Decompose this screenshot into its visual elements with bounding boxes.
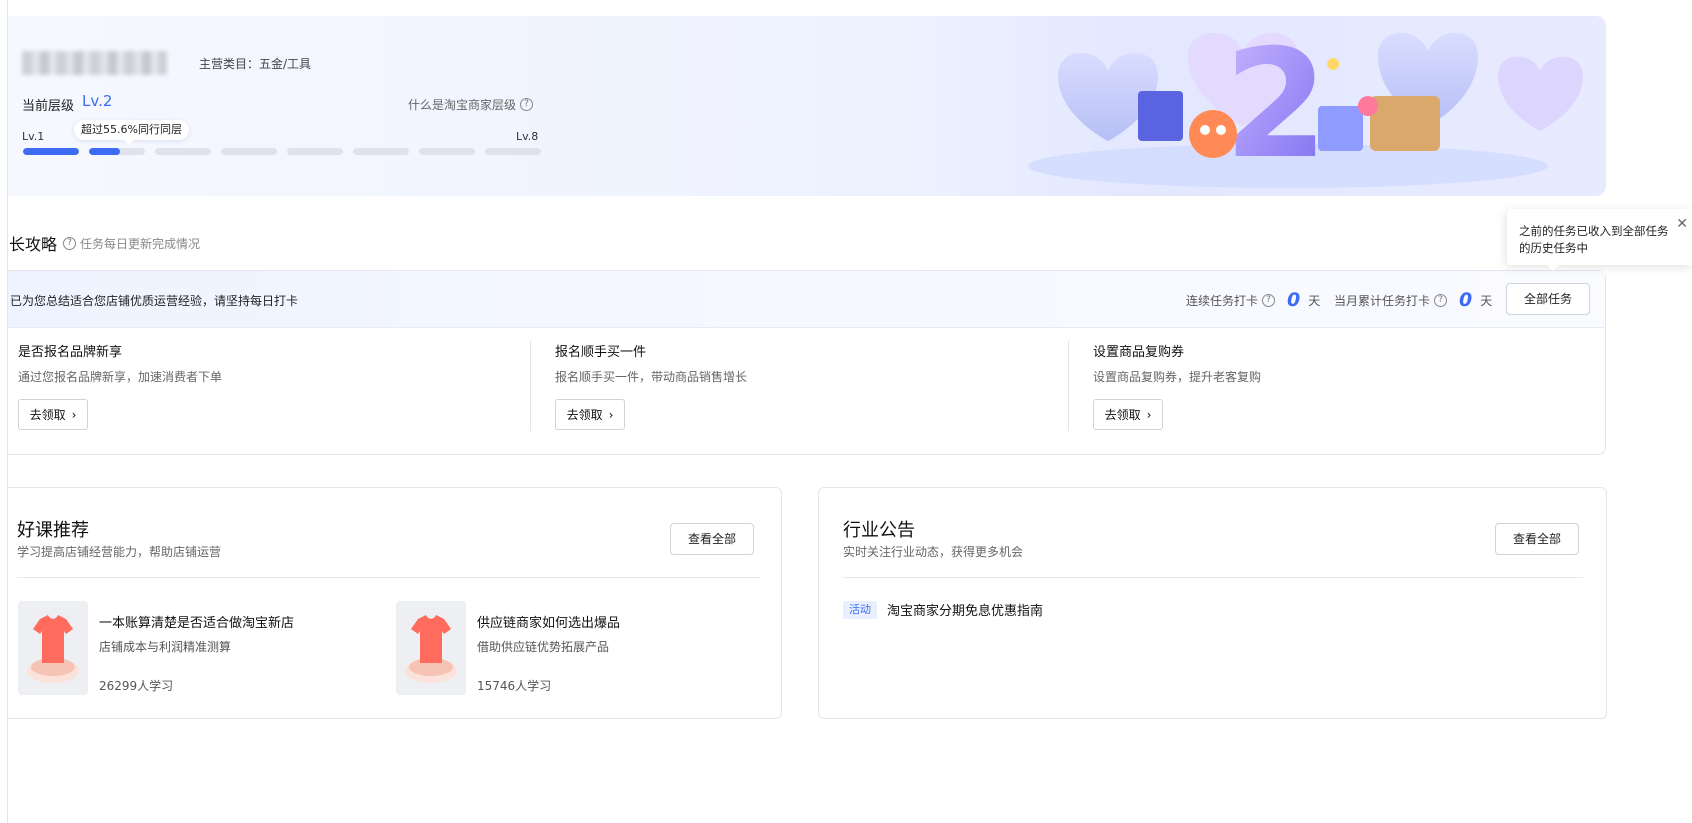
streak-label: 连续任务打卡 <box>1186 293 1259 308</box>
monthly-value: 0 <box>1459 289 1473 311</box>
monthly-stat: 当月累计任务打卡 ? 0 天 <box>1334 289 1492 311</box>
task-card: 设置商品复购券 设置商品复购券，提升老客复购 去领取 › <box>1093 341 1593 430</box>
tooltip-text: 之前的任务已收入到全部任务的历史任务中 <box>1519 224 1669 255</box>
shop-name-redacted <box>22 51 167 75</box>
task-card: 报名顺手买一件 报名顺手买一件，带动商品销售增长 去领取 › <box>555 341 1055 430</box>
help-icon[interactable]: ? <box>63 237 76 250</box>
task-card: 是否报名品牌新享 通过您报名品牌新享，加速消费者下单 去领取 › <box>18 341 518 430</box>
level-progress-segment <box>287 148 343 155</box>
strategy-subtitle-text: 任务每日更新完成情况 <box>80 237 201 251</box>
level-2-celebration-illustration: 2 <box>1028 18 1583 192</box>
tshirt-icon <box>27 615 79 683</box>
chevron-right-icon: › <box>608 407 614 422</box>
course-learners: 26299人学习 <box>99 679 174 693</box>
progress-start-label: Lv.1 <box>22 130 45 143</box>
course-desc: 借助供应链优势拓展产品 <box>477 640 610 654</box>
streak-stat: 连续任务打卡 ? 0 天 <box>1186 289 1320 311</box>
streak-value: 0 <box>1287 289 1301 311</box>
daily-task-panel: 已为您总结适合您店铺优质运营经验，请坚持每日打卡 连续任务打卡 ? 0 天 当月… <box>8 270 1606 455</box>
streak-unit: 天 <box>1308 293 1321 308</box>
level-progress-fill <box>23 148 79 155</box>
history-tasks-tooltip: 之前的任务已收入到全部任务的历史任务中 ✕ <box>1507 209 1692 271</box>
task-desc: 通过您报名品牌新享，加速消费者下单 <box>18 370 223 384</box>
claim-button[interactable]: 去领取 › <box>18 399 88 430</box>
task-desc: 报名顺手买一件，带动商品销售增长 <box>555 370 748 384</box>
level-progress-bar <box>23 148 541 155</box>
claim-button[interactable]: 去领取 › <box>1093 399 1163 430</box>
close-icon[interactable]: ✕ <box>1676 216 1688 233</box>
claim-button-label: 去领取 <box>566 408 603 422</box>
main-category: 主营类目：五金/工具 <box>199 57 312 71</box>
chevron-right-icon: › <box>71 407 77 422</box>
course-recommend-panel: 好课推荐 学习提高店铺经营能力，帮助店铺运营 查看全部 一本账算清楚是否适合做淘… <box>8 487 782 719</box>
strategy-subtitle: ? 任务每日更新完成情况 <box>63 235 200 252</box>
task-divider <box>1068 341 1069 431</box>
notice-tag: 活动 <box>843 600 877 619</box>
claim-button[interactable]: 去领取 › <box>555 399 625 430</box>
course-thumbnail <box>18 601 88 695</box>
course-title: 供应链商家如何选出爆品 <box>477 616 621 631</box>
course-thumbnail <box>396 601 466 695</box>
course-desc: 店铺成本与利润精准测算 <box>99 640 232 654</box>
task-desc: 设置商品复购券，提升老客复购 <box>1093 370 1262 384</box>
claim-button-label: 去领取 <box>1104 408 1141 422</box>
level-progress-segment <box>353 148 409 155</box>
task-title: 是否报名品牌新享 <box>18 345 123 360</box>
task-panel-header: 已为您总结适合您店铺优质运营经验，请坚持每日打卡 连续任务打卡 ? 0 天 当月… <box>8 271 1605 328</box>
course-item[interactable]: 供应链商家如何选出爆品 借助供应链优势拓展产品 15746人学习 <box>396 601 620 695</box>
level-progress-segment <box>23 148 79 155</box>
tshirt-icon <box>405 615 457 683</box>
level-progress-segment <box>89 148 145 155</box>
course-info: 一本账算清楚是否适合做淘宝新店 店铺成本与利润精准测算 26299人学习 <box>99 601 294 695</box>
peer-comparison-bubble: 超过55.6%同行同层 <box>74 120 189 145</box>
current-level-label: 当前层级 <box>22 99 75 114</box>
chevron-right-icon: › <box>1146 407 1152 422</box>
industry-notice-panel: 行业公告 实时关注行业动态，获得更多机会 查看全部 活动 淘宝商家分期免息优惠指… <box>818 487 1607 719</box>
progress-end-label: Lv.8 <box>516 130 539 143</box>
notice-item[interactable]: 活动 淘宝商家分期免息优惠指南 <box>843 600 1043 619</box>
claim-button-label: 去领取 <box>29 408 66 422</box>
task-divider <box>530 341 531 431</box>
course-info: 供应链商家如何选出爆品 借助供应链优势拓展产品 15746人学习 <box>477 601 620 695</box>
view-all-button[interactable]: 查看全部 <box>670 523 754 555</box>
merchant-level-banner: 主营类目：五金/工具 当前层级 Lv.2 什么是淘宝商家层级 ? Lv.1 Lv… <box>8 16 1606 196</box>
panel-divider <box>843 577 1583 578</box>
panel-subtitle: 学习提高店铺经营能力，帮助店铺运营 <box>17 545 222 559</box>
level-progress-fill <box>89 148 120 155</box>
strategy-title: 长攻略 <box>9 235 58 254</box>
help-icon[interactable]: ? <box>1262 293 1276 307</box>
monthly-unit: 天 <box>1480 293 1493 308</box>
what-is-level-text: 什么是淘宝商家层级 <box>408 98 517 112</box>
level-progress-segment <box>155 148 211 155</box>
course-title: 一本账算清楚是否适合做淘宝新店 <box>99 616 295 631</box>
current-level-value: Lv.2 <box>82 92 113 110</box>
task-intro-text: 已为您总结适合您店铺优质运营经验，请坚持每日打卡 <box>10 294 299 308</box>
task-title: 设置商品复购券 <box>1093 345 1185 360</box>
level-progress-segment <box>419 148 475 155</box>
level-progress-segment <box>221 148 277 155</box>
panel-title: 行业公告 <box>843 520 915 541</box>
course-learners: 15746人学习 <box>477 679 552 693</box>
panel-subtitle: 实时关注行业动态，获得更多机会 <box>843 545 1024 559</box>
view-all-button[interactable]: 查看全部 <box>1495 523 1579 555</box>
course-item[interactable]: 一本账算清楚是否适合做淘宝新店 店铺成本与利润精准测算 26299人学习 <box>18 601 294 695</box>
panel-title: 好课推荐 <box>17 520 89 541</box>
all-tasks-button[interactable]: 全部任务 <box>1506 283 1590 315</box>
number-2-glyph: 2 <box>1224 18 1328 192</box>
task-title: 报名顺手买一件 <box>555 345 647 360</box>
notice-title: 淘宝商家分期免息优惠指南 <box>887 604 1044 619</box>
panel-divider <box>17 577 760 578</box>
what-is-level-link[interactable]: 什么是淘宝商家层级 ? <box>408 96 534 113</box>
monthly-label: 当月累计任务打卡 <box>1334 293 1431 308</box>
help-icon[interactable]: ? <box>1434 293 1448 307</box>
level-progress-segment <box>485 148 541 155</box>
help-icon: ? <box>520 98 534 111</box>
